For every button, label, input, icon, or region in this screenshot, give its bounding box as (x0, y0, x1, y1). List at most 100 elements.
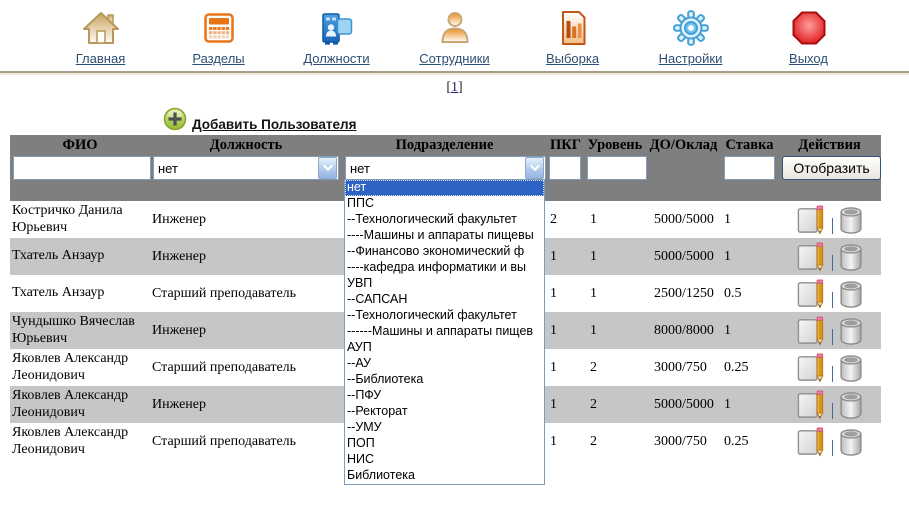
cell-position: Инженер (150, 238, 342, 275)
employees-icon (435, 8, 475, 48)
sections-icon (199, 8, 239, 48)
cell-salary: 8000/8000 (646, 312, 721, 349)
dropdown-option[interactable]: ----кафедра информатики и вы (345, 260, 544, 276)
delete-icon[interactable] (839, 279, 863, 308)
cell-salary: 5000/5000 (646, 201, 721, 238)
action-separator (832, 255, 833, 271)
add-user-row: Добавить Пользователя (163, 102, 909, 132)
level-filter-input[interactable] (587, 156, 647, 180)
dropdown-option[interactable]: Библиотека (345, 468, 544, 484)
action-separator (832, 218, 833, 234)
cell-salary: 5000/5000 (646, 238, 721, 275)
header-fio: ФИО (10, 135, 150, 155)
nav-item-exit[interactable]: Выход (769, 8, 849, 66)
delete-icon[interactable] (839, 205, 863, 234)
cell-rate: 0.25 (721, 349, 778, 386)
cell-fio: Яковлев Александр Леонидович (10, 386, 150, 423)
department-filter-value: нет (346, 161, 524, 176)
dropdown-option[interactable]: --Технологический факультет (345, 308, 544, 324)
department-filter-select[interactable]: нет (345, 156, 546, 180)
dropdown-option-selected[interactable]: нет (345, 180, 544, 196)
header-actions: Действия (778, 135, 881, 155)
edit-icon[interactable] (797, 242, 825, 272)
cell-level: 2 (584, 423, 646, 460)
edit-icon[interactable] (797, 353, 825, 383)
cell-position: Старший преподаватель (150, 349, 342, 386)
dropdown-option[interactable]: АУП (345, 340, 544, 356)
dropdown-option[interactable]: --УМУ (345, 420, 544, 436)
delete-icon[interactable] (839, 390, 863, 419)
home-icon (81, 8, 121, 48)
header-position: Должность (150, 135, 342, 155)
dropdown-option[interactable]: НИС (345, 452, 544, 468)
edit-icon[interactable] (797, 205, 825, 235)
cell-pkg: 1 (547, 275, 584, 312)
nav-label-selection[interactable]: Выборка (546, 51, 599, 66)
cell-rate: 1 (721, 312, 778, 349)
cell-level: 2 (584, 349, 646, 386)
edit-icon[interactable] (797, 390, 825, 420)
delete-icon[interactable] (839, 316, 863, 345)
cell-fio: Костричко Данила Юрьевич (10, 201, 150, 238)
cell-salary: 5000/5000 (646, 386, 721, 423)
delete-icon[interactable] (839, 242, 863, 271)
add-plus-icon[interactable] (163, 107, 187, 132)
nav-item-employees[interactable]: Сотрудники (415, 8, 495, 66)
show-button[interactable]: Отобразить (782, 156, 881, 180)
nav-label-home[interactable]: Главная (76, 51, 125, 66)
dropdown-option[interactable]: УВП (345, 276, 544, 292)
nav-label-employees[interactable]: Сотрудники (419, 51, 489, 66)
edit-icon[interactable] (797, 279, 825, 309)
dropdown-option[interactable]: --АУ (345, 356, 544, 372)
department-dropdown-list: нет ППС --Технологический факультет ----… (344, 179, 545, 485)
dropdown-option[interactable]: --Ректорат (345, 404, 544, 420)
header-rate: Ставка (721, 135, 778, 155)
dropdown-option[interactable]: --САПСАН (345, 292, 544, 308)
edit-icon[interactable] (797, 427, 825, 457)
cell-position: Старший преподаватель (150, 423, 342, 460)
nav-item-selection[interactable]: Выборка (533, 8, 613, 66)
positions-icon (317, 8, 357, 48)
cell-level: 1 (584, 312, 646, 349)
rate-filter-input[interactable] (724, 156, 775, 180)
pagination-bracket: ] (458, 80, 463, 95)
cell-pkg: 1 (547, 423, 584, 460)
cell-position: Инженер (150, 201, 342, 238)
dropdown-option[interactable]: --Технологический факультет (345, 212, 544, 228)
delete-icon[interactable] (839, 427, 863, 456)
cell-rate: 1 (721, 201, 778, 238)
add-user-link[interactable]: Добавить Пользователя (192, 117, 356, 132)
nav-label-settings[interactable]: Настройки (659, 51, 723, 66)
nav-label-sections[interactable]: Разделы (192, 51, 244, 66)
header-department: Подразделение (342, 135, 547, 155)
users-table: ФИО Должность Подразделение ПКГ Уровень … (10, 135, 881, 460)
nav-item-settings[interactable]: Настройки (651, 8, 731, 66)
dropdown-option[interactable]: ППС (345, 196, 544, 212)
cell-pkg: 1 (547, 312, 584, 349)
chevron-down-icon[interactable] (525, 157, 544, 179)
cell-fio: Яковлев Александр Леонидович (10, 349, 150, 386)
cell-fio: Тхатель Анзаур (10, 275, 150, 312)
cell-position: Инженер (150, 386, 342, 423)
position-filter-select[interactable]: нет (153, 156, 339, 180)
dropdown-option[interactable]: --Библиотека (345, 372, 544, 388)
pkg-filter-input[interactable] (549, 156, 581, 180)
nav-label-exit[interactable]: Выход (789, 51, 828, 66)
dropdown-option[interactable]: --Финансово экономический ф (345, 244, 544, 260)
dropdown-option[interactable]: --ПФУ (345, 388, 544, 404)
dropdown-option[interactable]: ------Машины и аппараты пищев (345, 324, 544, 340)
pagination[interactable]: [1] (0, 80, 909, 98)
nav-item-sections[interactable]: Разделы (179, 8, 259, 66)
nav-label-positions[interactable]: Должности (303, 51, 369, 66)
pagination-page-1[interactable]: 1 (451, 80, 458, 95)
edit-icon[interactable] (797, 316, 825, 346)
dropdown-option[interactable]: ПОП (345, 436, 544, 452)
delete-icon[interactable] (839, 353, 863, 382)
fio-filter-input[interactable] (13, 156, 151, 180)
nav-item-positions[interactable]: Должности (297, 8, 377, 66)
dropdown-option[interactable]: ----Машины и аппараты пищевы (345, 228, 544, 244)
nav-item-home[interactable]: Главная (61, 8, 141, 66)
chevron-down-icon[interactable] (318, 157, 337, 179)
position-filter-value: нет (154, 161, 317, 176)
cell-salary: 2500/1250 (646, 275, 721, 312)
